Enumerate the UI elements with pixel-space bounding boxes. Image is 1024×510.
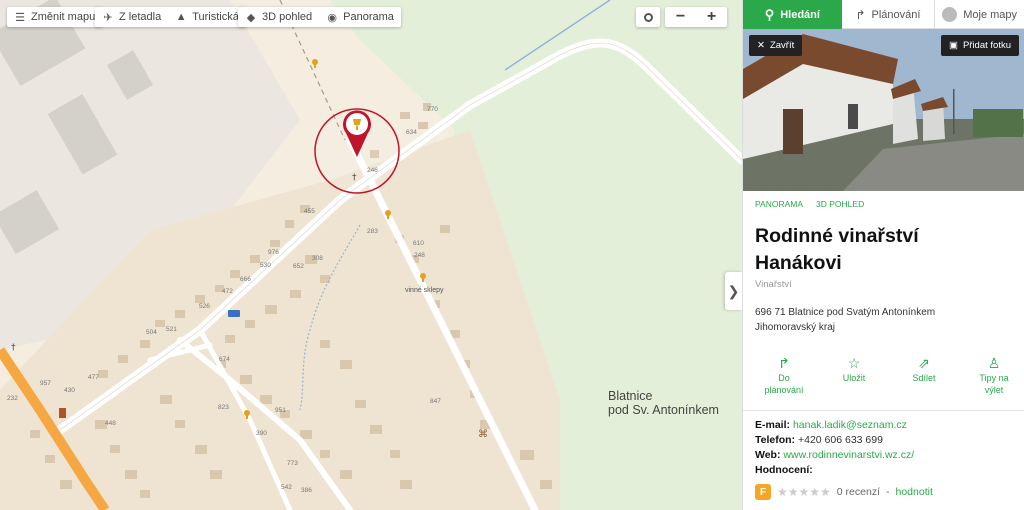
- star-icon: ☆: [847, 355, 861, 371]
- panorama-link[interactable]: PANORAMA: [755, 199, 803, 209]
- plane-icon: ✈: [103, 11, 113, 24]
- phone-row: Telefon: +420 606 633 699: [755, 434, 883, 446]
- email-row: E-mail: hanak.ladik@seznam.cz: [755, 419, 907, 431]
- zoom-in-button[interactable]: +: [696, 7, 727, 27]
- detail-panel: ⚲ Hledání ↱ Plánování Moje mapy ✕ Zavřít…: [742, 0, 1024, 510]
- tourist-button[interactable]: ▲ Turistická: [168, 7, 246, 27]
- panel-tabs: ⚲ Hledání ↱ Plánování Moje mapy: [743, 0, 1024, 29]
- house-number: 951: [275, 407, 286, 414]
- house-number: 957: [40, 380, 51, 387]
- share-button[interactable]: ⇗ Sdílet: [895, 355, 953, 396]
- rate-link[interactable]: hodnotit: [896, 486, 933, 498]
- house-number: 455: [304, 208, 315, 215]
- aerial-button[interactable]: ✈ Z letadla: [95, 7, 168, 27]
- layers-icon: ☰: [15, 11, 25, 24]
- tab-my-maps[interactable]: Moje mapy: [935, 0, 1024, 29]
- house-number: 610: [413, 240, 424, 247]
- house-number: 390: [256, 430, 267, 437]
- place-address: 696 71 Blatnice pod Svatým Antonínkem Ji…: [755, 307, 936, 333]
- route-icon: ↱: [778, 355, 790, 371]
- house-number: 634: [406, 129, 417, 136]
- tab-planning[interactable]: ↱ Plánování: [842, 0, 936, 29]
- close-icon: ✕: [757, 40, 765, 51]
- zoom-out-button[interactable]: −: [665, 7, 696, 27]
- locate-icon: [643, 12, 653, 22]
- panorama-button[interactable]: ◉ Panorama: [319, 7, 401, 27]
- collapse-panel-button[interactable]: ❯: [725, 272, 742, 310]
- house-number: 823: [218, 404, 229, 411]
- house-number: 530: [260, 262, 271, 269]
- svg-text:†: †: [352, 173, 357, 183]
- view-links: PANORAMA 3D POHLED: [743, 191, 1024, 209]
- house-number: 542: [281, 484, 292, 491]
- review-count: 0 recenzí: [836, 486, 880, 498]
- place-label: Blatnice pod Sv. Antonínkem: [608, 389, 719, 417]
- change-map-button[interactable]: ☰ Změnit mapu: [7, 7, 102, 27]
- add-photo-button[interactable]: ▣ Přidat fotku: [940, 35, 1019, 56]
- mountain-icon: ▲: [175, 11, 187, 23]
- plan-route-button[interactable]: ↱ Do plánování: [755, 355, 813, 396]
- house-number: 666: [240, 276, 251, 283]
- place-photo[interactable]: ✕ Zavřít ▣ Přidat fotku: [743, 29, 1024, 191]
- rating-row: Hodnocení:: [755, 464, 813, 476]
- house-number: 770: [427, 106, 438, 113]
- map-type-toolbar: ✈ Z letadla ▲ Turistická: [95, 7, 246, 27]
- user-avatar-icon: [942, 7, 958, 22]
- house-number: 526: [199, 303, 210, 310]
- house-number: 448: [105, 420, 116, 427]
- hiker-icon: ♙: [987, 355, 1001, 371]
- route-icon: ↱: [855, 7, 866, 22]
- action-bar: ↱ Do plánování ☆ Uložit ⇗ Sdílet ♙ Tipy …: [743, 335, 1024, 396]
- cube-icon: ◆: [246, 11, 256, 24]
- rating-stars[interactable]: ★★★★★: [777, 485, 831, 499]
- house-number: 248: [414, 252, 425, 259]
- view-toolbar: ◆ 3D pohled ◉ Panorama: [238, 7, 401, 27]
- place-title: Rodinné vinařství Hanákovi: [755, 225, 919, 274]
- firmy-badge-icon: F: [755, 484, 771, 500]
- camera-icon: ▣: [948, 40, 958, 51]
- map-layer: ⌘ † †: [0, 0, 742, 510]
- house-number: 477: [88, 374, 99, 381]
- search-icon: ⚲: [764, 6, 775, 22]
- house-number: 430: [64, 387, 75, 394]
- save-button[interactable]: ☆ Uložit: [825, 355, 883, 396]
- house-number: 521: [166, 326, 177, 333]
- change-map-toolbar: ☰ Změnit mapu: [7, 7, 103, 27]
- svg-text:⌘: ⌘: [478, 429, 488, 440]
- house-number: 472: [222, 288, 233, 295]
- house-number: 386: [301, 487, 312, 494]
- eye-icon: ◉: [327, 11, 337, 24]
- svg-text:†: †: [11, 343, 16, 353]
- map-canvas[interactable]: ⌘ † † 770 634 246 455 283 976 666 530 65…: [0, 0, 742, 510]
- house-number: 773: [287, 460, 298, 467]
- web-link[interactable]: www.rodinnevinarstvi.wz.cz/: [783, 449, 914, 461]
- house-number: 674: [219, 356, 230, 363]
- rating-widget: F ★★★★★ 0 recenzí - hodnotit: [743, 478, 1024, 500]
- contact-info: E-mail: hanak.ladik@seznam.cz Telefon: +…: [743, 410, 1024, 478]
- web-row: Web: www.rodinnevinarstvi.wz.cz/: [755, 449, 915, 461]
- house-number: 246: [367, 167, 378, 174]
- house-number: 504: [146, 329, 157, 336]
- house-number: 976: [268, 249, 279, 256]
- cellars-label: vinné sklepy: [405, 287, 444, 294]
- house-number: 283: [367, 228, 378, 235]
- zoom-controls: − +: [665, 7, 727, 27]
- phone-value: +420 606 633 699: [797, 434, 883, 446]
- view-3d-button[interactable]: ◆ 3D pohled: [238, 7, 319, 27]
- email-link[interactable]: hanak.ladik@seznam.cz: [793, 419, 907, 431]
- trip-tips-button[interactable]: ♙ Tipy na výlet: [965, 355, 1023, 396]
- house-number: 652: [293, 263, 304, 270]
- house-number: 847: [430, 398, 441, 405]
- view-3d-link[interactable]: 3D POHLED: [816, 199, 864, 209]
- tab-search[interactable]: ⚲ Hledání: [743, 0, 842, 29]
- locate-button[interactable]: [636, 7, 660, 27]
- house-number: 232: [7, 395, 18, 402]
- place-category: Vinařství: [755, 279, 792, 290]
- close-button[interactable]: ✕ Zavřít: [749, 35, 803, 56]
- house-number: 308: [312, 255, 323, 262]
- share-icon: ⇗: [918, 355, 930, 371]
